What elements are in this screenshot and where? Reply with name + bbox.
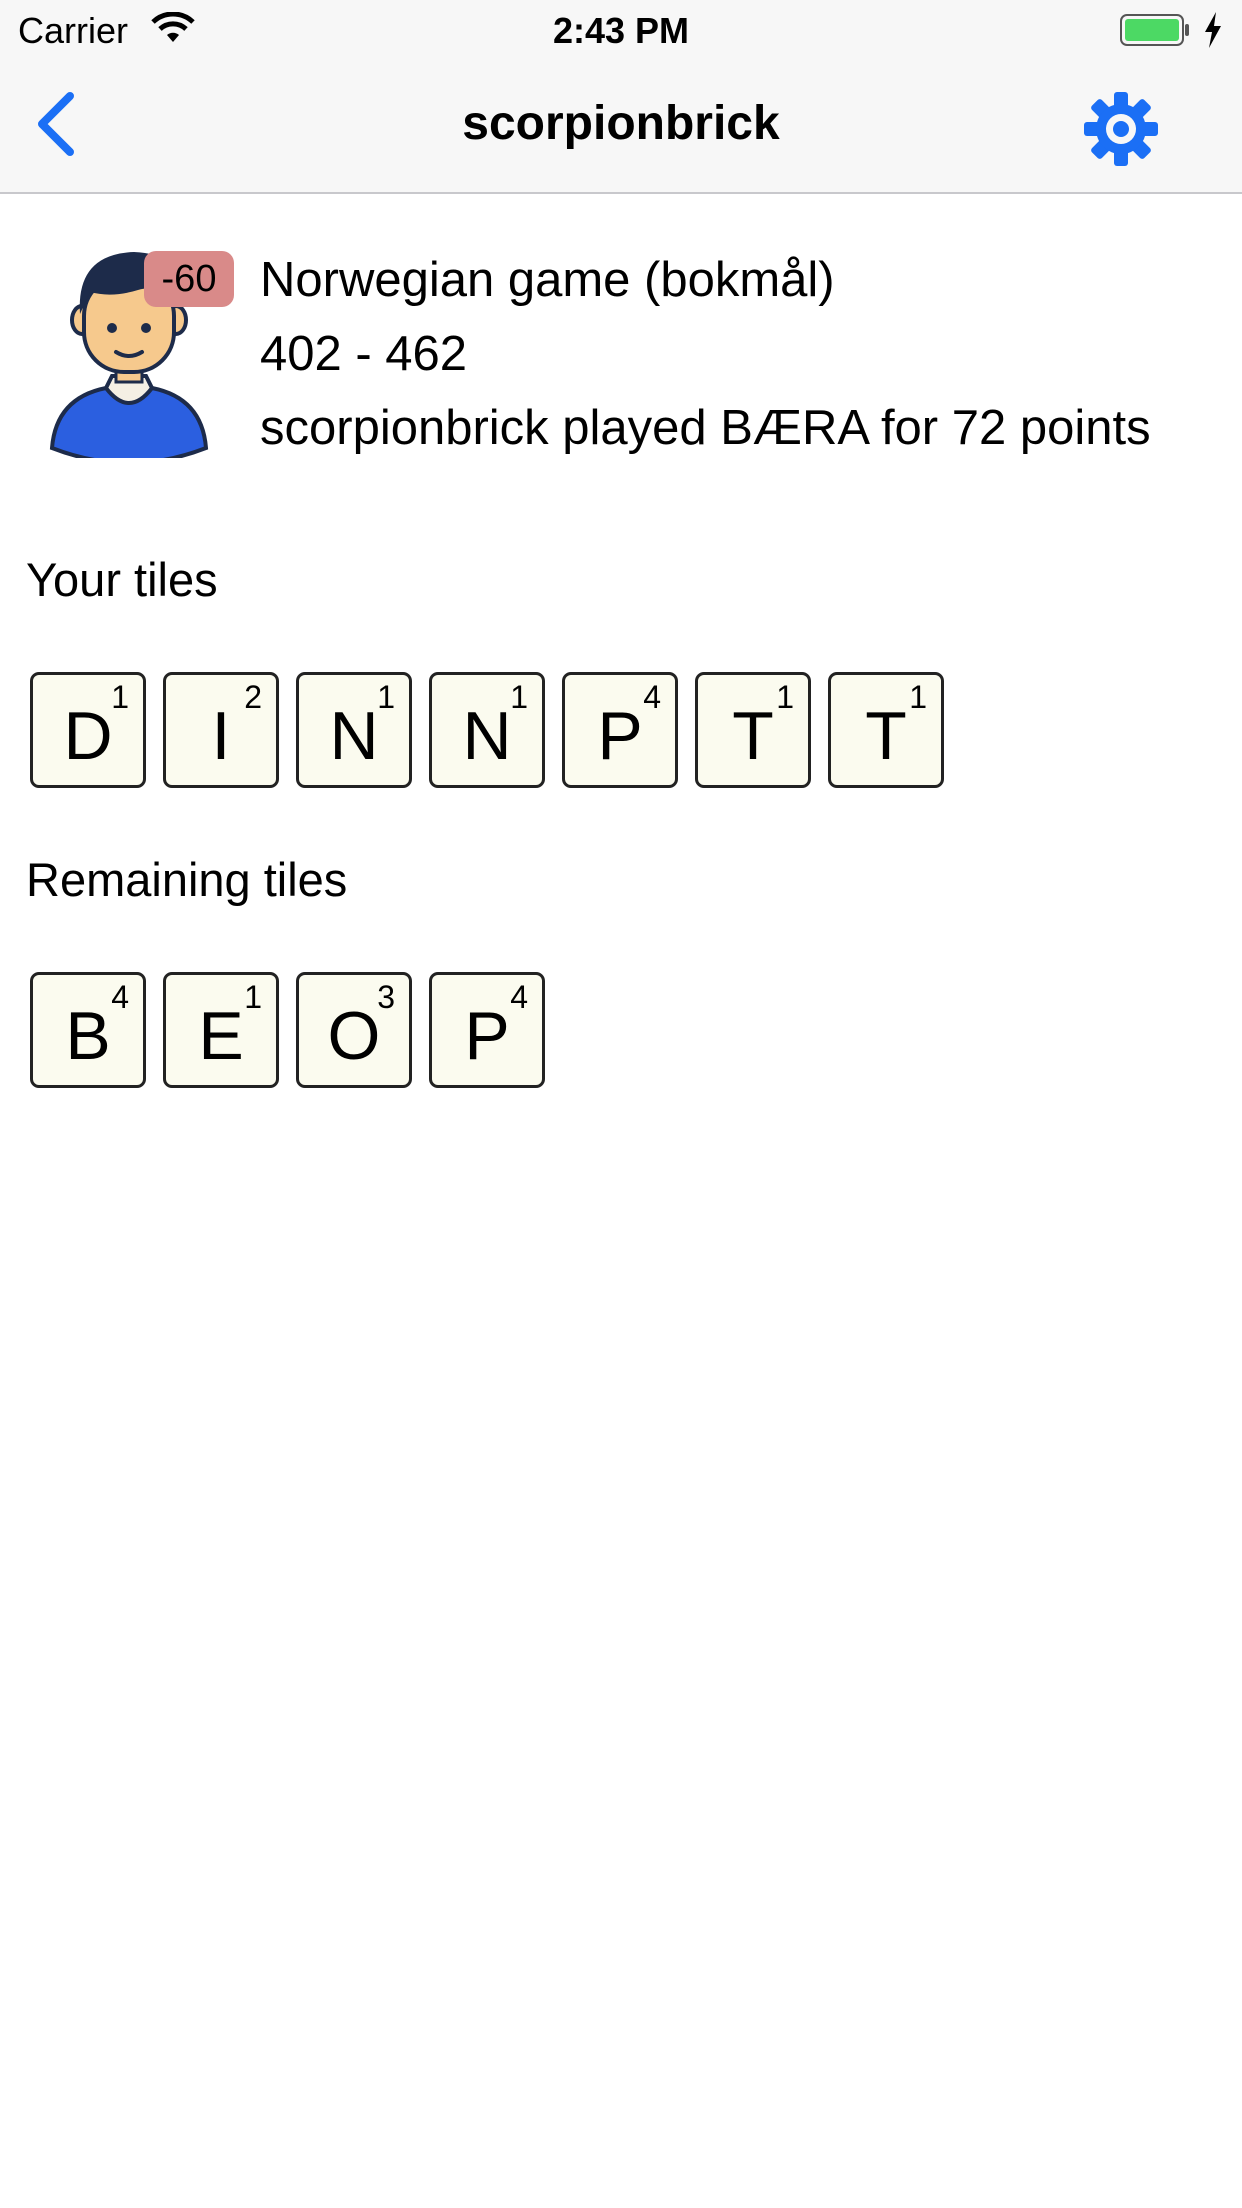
game-title: Norwegian game (bokmål) bbox=[260, 253, 835, 307]
navigation-bar: scorpionbrick bbox=[0, 60, 1242, 194]
tile-value: 2 bbox=[244, 679, 262, 715]
gear-icon bbox=[1084, 92, 1158, 166]
settings-button[interactable] bbox=[1080, 88, 1162, 170]
letter-tile[interactable]: O3 bbox=[296, 972, 412, 1088]
tile-value: 4 bbox=[643, 679, 661, 715]
tile-value: 4 bbox=[510, 979, 528, 1015]
letter-tile[interactable]: N1 bbox=[296, 672, 412, 788]
letter-tile[interactable]: T1 bbox=[695, 672, 811, 788]
status-time: 2:43 PM bbox=[552, 10, 690, 51]
game-score: 402 - 462 bbox=[260, 327, 468, 381]
tile-value: 1 bbox=[111, 679, 129, 715]
letter-tile[interactable]: P4 bbox=[429, 972, 545, 1088]
tile-value: 4 bbox=[111, 979, 129, 1015]
tile-value: 1 bbox=[377, 679, 395, 715]
tile-value: 1 bbox=[776, 679, 794, 715]
letter-tile[interactable]: B4 bbox=[30, 972, 146, 1088]
letter-tile[interactable]: N1 bbox=[429, 672, 545, 788]
charging-icon bbox=[1205, 12, 1221, 48]
letter-tile[interactable]: T1 bbox=[828, 672, 944, 788]
last-move-text: scorpionbrick played BÆRA for 72 points bbox=[260, 401, 1151, 455]
tile-value: 1 bbox=[244, 979, 262, 1015]
your-tiles-label: Your tiles bbox=[26, 553, 218, 606]
letter-tile[interactable]: D1 bbox=[30, 672, 146, 788]
tile-value: 1 bbox=[909, 679, 927, 715]
page-title: scorpionbrick bbox=[462, 97, 780, 150]
game-header: -60 Norwegian game (bokmål) 402 - 462 sc… bbox=[0, 194, 1242, 494]
tile-value: 3 bbox=[377, 979, 395, 1015]
score-delta-badge: -60 bbox=[144, 251, 234, 307]
tile-value: 1 bbox=[510, 679, 528, 715]
letter-tile[interactable]: P4 bbox=[562, 672, 678, 788]
status-bar: Carrier 2:43 PM bbox=[0, 0, 1242, 60]
letter-tile[interactable]: I2 bbox=[163, 672, 279, 788]
letter-tile[interactable]: E1 bbox=[163, 972, 279, 1088]
battery-icon bbox=[1120, 14, 1189, 46]
remaining-tiles-label: Remaining tiles bbox=[26, 853, 348, 906]
